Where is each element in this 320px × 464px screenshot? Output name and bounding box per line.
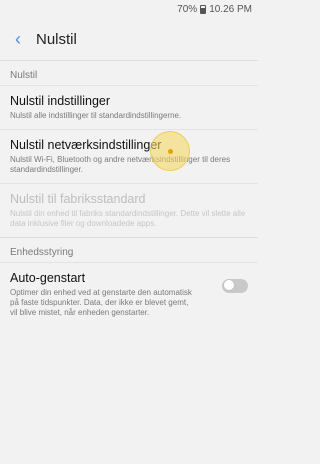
item-title: Nulstil indstillinger (10, 94, 111, 108)
item-description: Nulstil din enhed til fabriks standardin… (10, 209, 246, 228)
item-description: Nulstil Wi-Fi, Bluetooth og andre netvær… (10, 155, 231, 174)
back-button[interactable]: ‹ (8, 29, 28, 49)
status-right: 70% 10.26 PM (177, 4, 252, 15)
item-title: Nulstil netværksindstillinger (10, 138, 162, 152)
auto-restart-item[interactable]: Auto-genstart Optimer din enhed ved at g… (0, 262, 258, 326)
section-header-nulstil: Nulstil (0, 60, 258, 85)
item-title: Nulstil til fabriksstandard (10, 192, 146, 206)
factory-reset-item: Nulstil til fabriksstandard Nulstil din … (0, 183, 258, 237)
auto-restart-text: Auto-genstart Optimer din enhed ved at g… (10, 271, 192, 318)
app-bar: ‹ Nulstil (0, 18, 258, 60)
touch-dot (167, 148, 173, 154)
clock: 10.26 PM (209, 3, 252, 15)
toggle-thumb (223, 279, 235, 291)
page-title: Nulstil (36, 30, 77, 48)
chevron-left-icon: ‹ (15, 28, 21, 49)
item-title: Auto-genstart (10, 271, 86, 285)
touch-indicator (150, 131, 190, 171)
item-description: Nulstil alle indstillinger til standardi… (10, 111, 182, 120)
reset-settings-item[interactable]: Nulstil indstillinger Nulstil alle indst… (0, 85, 258, 129)
status-bar: 70% 10.26 PM (0, 0, 258, 18)
battery-percent: 70% (177, 3, 198, 15)
reset-network-settings-item[interactable]: Nulstil netværksindstillinger Nulstil Wi… (0, 129, 258, 183)
auto-restart-toggle[interactable] (222, 279, 248, 293)
section-header-enhedsstyring: Enhedsstyring (0, 237, 258, 262)
item-description: Optimer din enhed ved at genstarte den a… (10, 288, 192, 317)
battery-icon (200, 4, 207, 14)
